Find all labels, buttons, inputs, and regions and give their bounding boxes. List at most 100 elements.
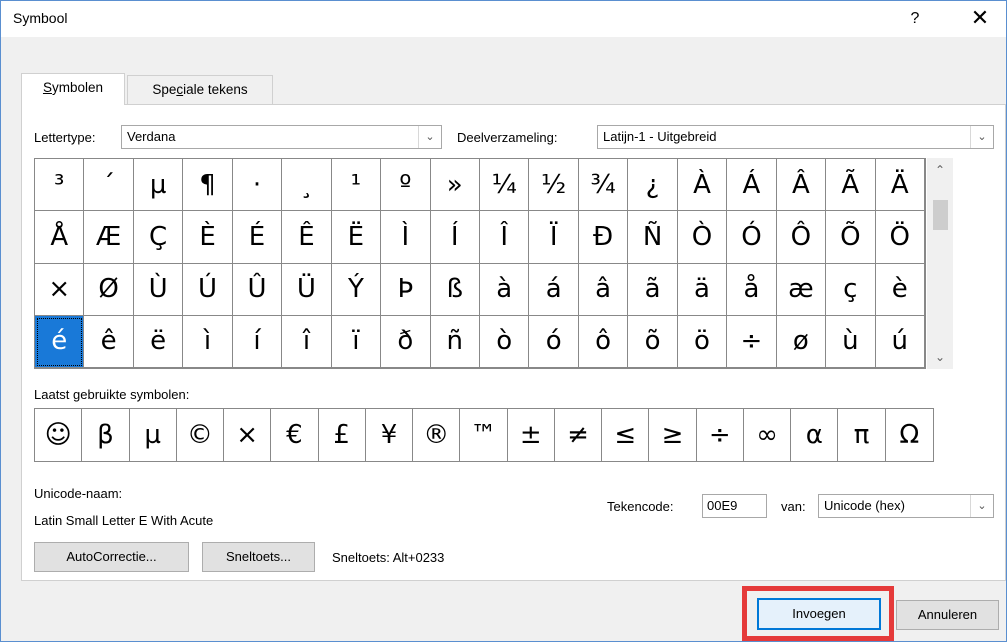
cancel-button[interactable]: Annuleren bbox=[896, 600, 999, 630]
symbol-cell[interactable]: ì bbox=[183, 315, 233, 368]
symbol-cell[interactable]: ó bbox=[529, 315, 579, 368]
symbol-cell[interactable]: » bbox=[430, 159, 480, 212]
charcode-input[interactable]: 00E9 bbox=[702, 494, 767, 518]
recent-symbol-cell[interactable]: × bbox=[224, 409, 272, 461]
symbol-cell[interactable]: Ê bbox=[282, 211, 332, 264]
symbol-cell[interactable]: á bbox=[529, 263, 579, 316]
symbol-cell[interactable]: Ò bbox=[677, 211, 728, 264]
symbol-cell[interactable]: ä bbox=[677, 263, 728, 316]
symbol-cell[interactable]: ç bbox=[826, 263, 876, 316]
chevron-down-icon[interactable]: ⌄ bbox=[970, 126, 993, 148]
recent-symbol-cell[interactable]: ≠ bbox=[555, 409, 603, 461]
subset-select[interactable]: Latijn-1 - Uitgebreid ⌄ bbox=[597, 125, 994, 149]
font-select[interactable]: Verdana ⌄ bbox=[121, 125, 442, 149]
symbol-cell[interactable]: Î bbox=[479, 211, 530, 264]
symbol-cell[interactable]: Ô bbox=[776, 211, 827, 264]
recent-symbols[interactable]: ☺ β µ © × € £ ¥ ® ™ ± ≠ ≤ ≥ ÷ ∞ α π Ω bbox=[34, 408, 934, 462]
symbol-cell[interactable]: í bbox=[232, 315, 283, 368]
recent-symbol-cell[interactable]: ™ bbox=[460, 409, 508, 461]
symbol-cell[interactable]: Ã bbox=[826, 159, 876, 212]
symbol-cell[interactable]: ò bbox=[479, 315, 530, 368]
symbol-cell[interactable]: ï bbox=[331, 315, 382, 368]
symbol-cell[interactable]: Þ bbox=[381, 263, 431, 316]
symbol-cell[interactable]: º bbox=[381, 159, 431, 212]
help-button[interactable]: ? bbox=[905, 7, 925, 31]
recent-symbol-cell[interactable]: Ω bbox=[886, 409, 933, 461]
symbol-cell[interactable]: ¿ bbox=[628, 159, 678, 212]
tab-symbolen[interactable]: Symbolen bbox=[21, 73, 125, 105]
symbol-cell[interactable]: ¶ bbox=[183, 159, 233, 212]
from-select[interactable]: Unicode (hex) ⌄ bbox=[818, 494, 994, 518]
symbol-cell[interactable]: Â bbox=[776, 159, 827, 212]
symbol-cell[interactable]: å bbox=[727, 263, 777, 316]
symbol-cell[interactable]: Ü bbox=[282, 263, 332, 316]
symbol-grid[interactable]: ³ ´ µ ¶ · ¸ ¹ º» ¼ ½ ¾ ¿ À Á Â Ã Ä Å Æ Ç È É Ê Ë Ì Í Î Ï Ð Ñ Ò Ó Ô Õ Ö × Ø Ù Ú… bbox=[34, 158, 926, 369]
recent-symbol-cell[interactable]: € bbox=[271, 409, 319, 461]
recent-symbol-cell[interactable]: α bbox=[791, 409, 839, 461]
symbol-cell[interactable]: ö bbox=[677, 315, 728, 368]
symbol-cell[interactable]: Ö bbox=[875, 211, 925, 264]
chevron-down-icon[interactable]: ⌄ bbox=[418, 126, 441, 148]
autocorrect-button[interactable]: AutoCorrectie... bbox=[34, 542, 189, 572]
recent-symbol-cell[interactable]: ≥ bbox=[649, 409, 697, 461]
symbol-cell[interactable]: ú bbox=[875, 315, 925, 368]
symbol-cell[interactable]: ù bbox=[826, 315, 876, 368]
scroll-up-icon[interactable]: ⌃ bbox=[927, 158, 953, 182]
shortcut-key-button[interactable]: Sneltoets... bbox=[202, 542, 315, 572]
symbol-cell[interactable]: Ç bbox=[133, 211, 184, 264]
symbol-cell[interactable]: à bbox=[479, 263, 530, 316]
symbol-cell[interactable]: ÷ bbox=[727, 315, 777, 368]
symbol-cell[interactable]: Ä bbox=[875, 159, 925, 212]
symbol-cell[interactable]: î bbox=[282, 315, 332, 368]
symbol-cell[interactable]: ë bbox=[133, 315, 184, 368]
symbol-cell[interactable]: ñ bbox=[430, 315, 480, 368]
symbol-cell[interactable]: ô bbox=[578, 315, 629, 368]
symbol-cell[interactable]: è bbox=[875, 263, 925, 316]
symbol-cell[interactable]: À bbox=[677, 159, 728, 212]
scroll-thumb[interactable] bbox=[933, 200, 948, 230]
symbol-cell[interactable]: Ù bbox=[133, 263, 184, 316]
close-icon[interactable]: ✕ bbox=[965, 5, 995, 31]
symbol-cell[interactable]: ¾ bbox=[578, 159, 629, 212]
symbol-cell[interactable]: ð bbox=[381, 315, 431, 368]
symbol-cell[interactable]: Ï bbox=[529, 211, 579, 264]
symbol-cell[interactable]: ø bbox=[776, 315, 827, 368]
recent-symbol-cell[interactable]: ÷ bbox=[697, 409, 744, 461]
symbol-cell[interactable]: Ì bbox=[381, 211, 431, 264]
symbol-cell[interactable]: Á bbox=[727, 159, 777, 212]
symbol-cell[interactable]: õ bbox=[628, 315, 678, 368]
symbol-cell[interactable]: ½ bbox=[529, 159, 579, 212]
symbol-cell[interactable]: Ú bbox=[183, 263, 233, 316]
chevron-down-icon[interactable]: ⌄ bbox=[970, 495, 993, 517]
symbol-cell[interactable]: × bbox=[35, 263, 85, 316]
symbol-cell[interactable]: µ bbox=[133, 159, 184, 212]
symbol-cell[interactable]: ¹ bbox=[331, 159, 382, 212]
symbol-cell[interactable]: ´ bbox=[84, 159, 134, 212]
symbol-cell[interactable]: Ð bbox=[578, 211, 629, 264]
recent-symbol-cell[interactable]: © bbox=[177, 409, 225, 461]
symbol-cell[interactable]: Ë bbox=[331, 211, 382, 264]
symbol-cell[interactable]: Ý bbox=[331, 263, 382, 316]
symbol-cell[interactable]: Ø bbox=[84, 263, 134, 316]
symbol-cell[interactable]: ¸ bbox=[282, 159, 332, 212]
symbol-cell[interactable]: Å bbox=[35, 211, 85, 264]
symbol-cell[interactable]: É bbox=[232, 211, 283, 264]
symbol-cell[interactable]: È bbox=[183, 211, 233, 264]
symbol-cell[interactable]: ³ bbox=[35, 159, 85, 212]
symbol-cell[interactable]: ß bbox=[430, 263, 480, 316]
symbol-cell[interactable]: æ bbox=[776, 263, 827, 316]
recent-symbol-cell[interactable]: ☺ bbox=[35, 409, 83, 461]
symbol-cell[interactable]: ¼ bbox=[479, 159, 530, 212]
recent-symbol-cell[interactable]: µ bbox=[130, 409, 177, 461]
recent-symbol-cell[interactable]: ® bbox=[413, 409, 461, 461]
symbol-cell[interactable]: Õ bbox=[826, 211, 876, 264]
symbol-cell[interactable]: Æ bbox=[84, 211, 134, 264]
symbol-cell[interactable]: · bbox=[232, 159, 283, 212]
recent-symbol-cell[interactable]: £ bbox=[319, 409, 366, 461]
recent-symbol-cell[interactable]: π bbox=[838, 409, 886, 461]
recent-symbol-cell[interactable]: β bbox=[82, 409, 130, 461]
symbol-cell[interactable]: â bbox=[578, 263, 629, 316]
symbol-cell[interactable]: Í bbox=[430, 211, 480, 264]
symbol-cell[interactable]: ê bbox=[84, 315, 134, 368]
recent-symbol-cell[interactable]: ± bbox=[508, 409, 555, 461]
